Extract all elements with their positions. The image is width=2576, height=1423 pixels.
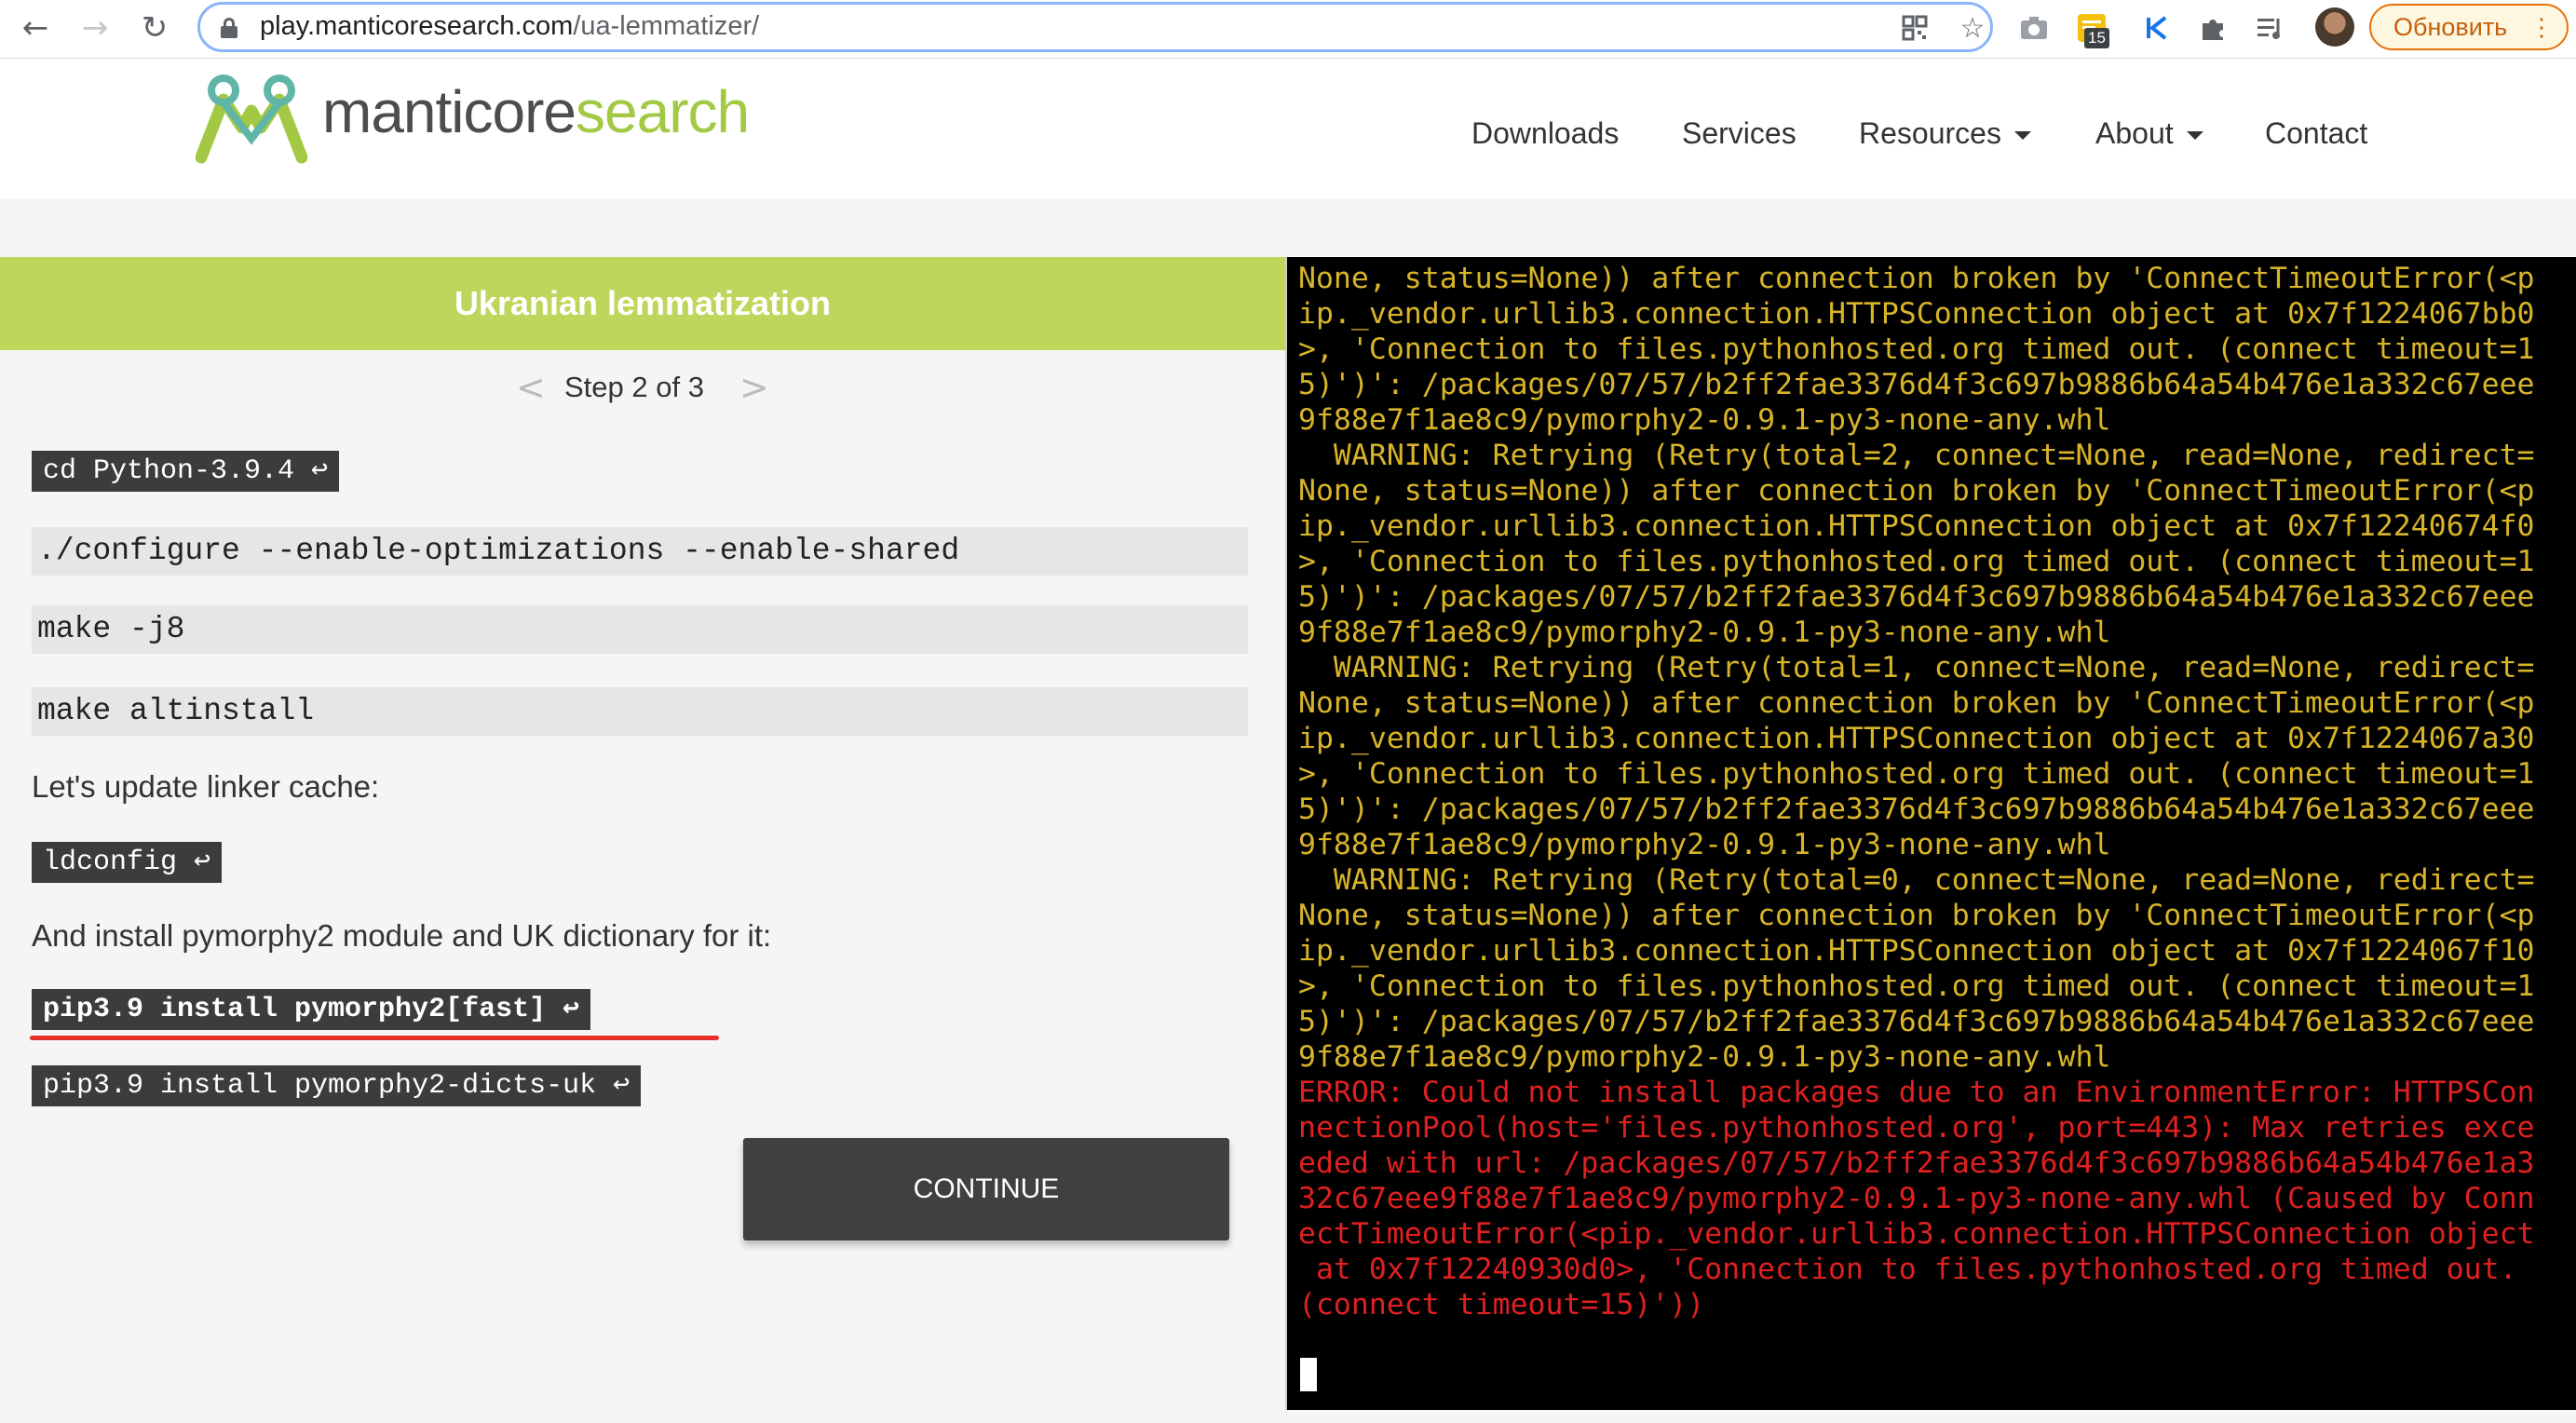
terminal-error-line: 32c67eee9f88e7f1ae8c9/pymorphy2-0.9.1-py… <box>1298 1182 2535 1215</box>
nav-about[interactable]: About <box>2095 116 2203 151</box>
continue-button[interactable]: CONTINUE <box>743 1138 1229 1240</box>
terminal-error-line: eded with url: /packages/07/57/b2ff2fae3… <box>1298 1146 2535 1180</box>
command-altinstall[interactable]: make altinstall <box>32 687 1248 736</box>
update-browser-button[interactable]: Обновить ⋮ <box>2369 4 2569 50</box>
url-text[interactable]: play.manticoresearch.com/ua-lemmatizer/ <box>260 11 759 42</box>
step-indicator: Step 2 of 3 <box>564 371 704 403</box>
url-path: /ua-lemmatizer/ <box>573 11 760 41</box>
update-button-label: Обновить <box>2393 12 2508 41</box>
caret-down-icon <box>2013 131 2031 141</box>
caret-down-icon <box>2186 131 2203 141</box>
page-footer-strip <box>0 1410 2576 1423</box>
reload-icon[interactable]: ↻ <box>134 7 175 48</box>
media-icon[interactable] <box>2252 9 2289 47</box>
url-host: play.manticoresearch.com <box>260 11 574 41</box>
terminal-error-line: (connect timeout=15)')) <box>1298 1288 1705 1321</box>
terminal-warning-line: 9f88e7f1ae8c9/pymorphy2-0.9.1-py3-none-a… <box>1298 1040 2111 1074</box>
forward-arrow-icon[interactable]: → <box>75 7 115 48</box>
back-arrow-icon[interactable]: ← <box>15 7 56 48</box>
nav-services[interactable]: Services <box>1682 116 1796 151</box>
terminal-warning-line: None, status=None)) after connection bro… <box>1298 686 2535 720</box>
terminal-warning-line: ip._vendor.urllib3.connection.HTTPSConne… <box>1298 722 2535 755</box>
profile-avatar[interactable] <box>2315 7 2354 47</box>
manticore-logo-icon[interactable] <box>195 72 308 165</box>
step-prev-icon[interactable]: < <box>516 367 546 408</box>
terminal-warning-line: >, 'Connection to files.pythonhosted.org… <box>1298 969 2535 1003</box>
terminal-warning-line: None, status=None)) after connection bro… <box>1298 899 2535 932</box>
tutorial-panel <box>0 256 1285 1423</box>
terminal-warning-line: 5)')': /packages/07/57/b2ff2fae3376d4f3c… <box>1298 1005 2535 1038</box>
command-ldconfig[interactable]: ldconfig ↩ <box>32 842 223 883</box>
terminal-warning-line: WARNING: Retrying (Retry(total=2, connec… <box>1298 439 2535 472</box>
terminal-cursor <box>1300 1358 1317 1391</box>
terminal[interactable]: None, status=None)) after connection bro… <box>1285 257 2576 1410</box>
terminal-warning-line: >, 'Connection to files.pythonhosted.org… <box>1298 757 2535 791</box>
highlight-underline <box>30 1036 719 1040</box>
lock-icon[interactable] <box>221 18 237 38</box>
terminal-warning-line: 5)')': /packages/07/57/b2ff2fae3376d4f3c… <box>1298 368 2535 401</box>
terminal-error-line: ectTimeoutError(<pip._vendor.urllib3.con… <box>1298 1217 2535 1251</box>
more-vert-icon[interactable]: ⋮ <box>2529 13 2554 42</box>
terminal-warning-line: 5)')': /packages/07/57/b2ff2fae3376d4f3c… <box>1298 580 2535 614</box>
camera-icon[interactable] <box>2015 9 2053 47</box>
terminal-warning-line: None, status=None)) after connection bro… <box>1298 262 2535 295</box>
command-make[interactable]: make -j8 <box>32 605 1248 654</box>
tutorial-title-bar: Ukranian lemmatization <box>0 257 1285 350</box>
terminal-warning-line: 5)')': /packages/07/57/b2ff2fae3376d4f3c… <box>1298 793 2535 826</box>
site-header: manticoresearch Downloads Services Resou… <box>0 59 2576 198</box>
terminal-error-line: ERROR: Could not install packages due to… <box>1298 1076 2535 1109</box>
nav-resources[interactable]: Resources <box>1859 116 2031 151</box>
nav-contact[interactable]: Contact <box>2265 116 2367 151</box>
step-navigation: < Step 2 of 3 > <box>512 367 769 408</box>
terminal-warning-line: ip._vendor.urllib3.connection.HTTPSConne… <box>1298 509 2535 543</box>
terminal-warning-line: >, 'Connection to files.pythonhosted.org… <box>1298 332 2535 366</box>
nav-downloads[interactable]: Downloads <box>1471 116 1619 151</box>
tutorial-title: Ukranian lemmatization <box>454 284 832 322</box>
command-pip-dicts[interactable]: pip3.9 install pymorphy2-dicts-uk ↩ <box>32 1065 642 1106</box>
terminal-error-line: nectionPool(host='files.pythonhosted.org… <box>1298 1111 2535 1145</box>
terminal-warning-line: 9f88e7f1ae8c9/pymorphy2-0.9.1-py3-none-a… <box>1298 403 2111 437</box>
terminal-warning-line: 9f88e7f1ae8c9/pymorphy2-0.9.1-py3-none-a… <box>1298 616 2111 649</box>
terminal-warning-line: ip._vendor.urllib3.connection.HTTPSConne… <box>1298 297 2535 331</box>
nav-about-label: About <box>2095 116 2174 150</box>
terminal-error-line: at 0x7f12240930d0>, 'Connection to files… <box>1298 1253 2517 1286</box>
logo-word-manticore: manticore <box>322 78 576 145</box>
terminal-warning-line: WARNING: Retrying (Retry(total=1, connec… <box>1298 651 2535 684</box>
command-configure[interactable]: ./configure --enable-optimizations --ena… <box>32 527 1248 576</box>
address-bar[interactable]: play.manticoresearch.com/ua-lemmatizer/ … <box>197 2 1993 52</box>
extension-badge: 15 <box>2084 28 2109 48</box>
pymorphy-text: And install pymorphy2 module and UK dict… <box>32 918 772 953</box>
star-icon[interactable]: ☆ <box>1957 12 1988 45</box>
logo-word-search: search <box>576 78 750 145</box>
terminal-warning-line: ip._vendor.urllib3.connection.HTTPSConne… <box>1298 934 2535 968</box>
qr-code-icon[interactable] <box>1899 12 1931 44</box>
linker-text: Let's update linker cache: <box>32 769 380 804</box>
terminal-warning-line: 9f88e7f1ae8c9/pymorphy2-0.9.1-py3-none-a… <box>1298 828 2111 861</box>
step-next-icon[interactable]: > <box>739 367 769 408</box>
command-cd[interactable]: cd Python-3.9.4 ↩ <box>32 451 340 492</box>
terminal-warning-line: None, status=None)) after connection bro… <box>1298 474 2535 508</box>
content-background <box>0 198 2576 256</box>
extension-k-icon[interactable] <box>2138 9 2176 47</box>
terminal-warning-line: >, 'Connection to files.pythonhosted.org… <box>1298 545 2535 578</box>
command-pip-fast[interactable]: pip3.9 install pymorphy2[fast] ↩ <box>32 989 591 1030</box>
browser-toolbar: ← → ↻ play.manticoresearch.com/ua-lemmat… <box>0 0 2576 59</box>
puzzle-icon[interactable] <box>2194 9 2231 47</box>
terminal-warning-line: WARNING: Retrying (Retry(total=0, connec… <box>1298 863 2535 897</box>
site-logo-text[interactable]: manticoresearch <box>322 77 750 146</box>
terminal-output: None, status=None)) after connection bro… <box>1298 261 2574 1322</box>
nav-resources-label: Resources <box>1859 116 2001 150</box>
